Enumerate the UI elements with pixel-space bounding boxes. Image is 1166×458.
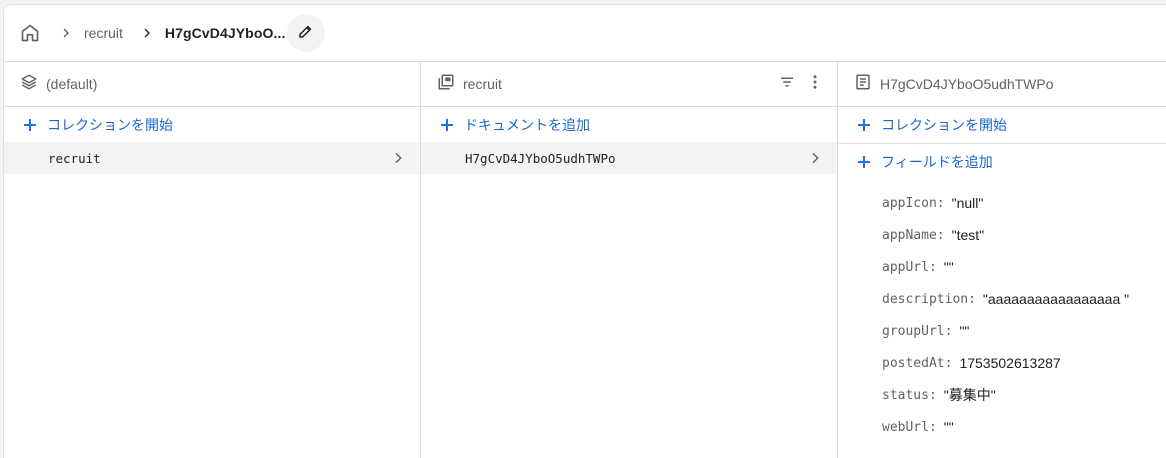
field-key: groupUrl [882,323,945,339]
plus-icon [438,116,456,134]
breadcrumb: recruit H7gCvD4JYboO... [4,5,1166,62]
document-panel: H7gCvD4JYboO5udhTWPo コレクションを開始 フィールドを追加 … [838,62,1166,458]
breadcrumb-item-document[interactable]: H7gCvD4JYboO... [165,25,286,41]
home-icon[interactable] [18,21,42,45]
field-value: "aaaaaaaaaaaaaaaaa " [982,291,1130,307]
document-item-label: H7gCvD4JYboO5udhTWPo [465,150,616,166]
field-value: "" [943,419,954,435]
breadcrumb-item-collection[interactable]: recruit [84,25,123,41]
field-value: "test" [951,227,985,243]
field-value: "null" [951,195,984,211]
add-document-button[interactable]: ドキュメントを追加 [421,107,837,142]
document-panel-header: H7gCvD4JYboO5udhTWPo [838,62,1166,107]
filter-button[interactable] [773,70,801,98]
field-row[interactable]: groupUrl: "" [882,315,1166,347]
root-panel-header: (default) [4,62,420,107]
document-icon [854,73,872,96]
field-value: "" [943,259,954,275]
field-row[interactable]: appName: "test" [882,219,1166,251]
field-key: appName [882,227,937,243]
collection-panel-header: recruit [421,62,837,107]
chevron-right-icon [805,148,825,168]
plus-icon [855,116,873,134]
pencil-icon [297,22,315,45]
collection-item-label: recruit [48,150,101,166]
field-key: postedAt [882,355,945,371]
field-row[interactable]: description: "aaaaaaaaaaaaaaaaa " [882,283,1166,315]
start-collection-button[interactable]: コレクションを開始 [4,107,420,142]
field-value: "" [959,323,970,339]
collection-title: recruit [463,76,502,92]
chevron-right-icon [388,148,408,168]
field-row[interactable]: appIcon: "null" [882,187,1166,219]
root-panel: (default) コレクションを開始 recruit [4,62,421,458]
field-value: "募集中" [943,387,996,403]
field-row[interactable]: postedAt: 1753502613287 [882,347,1166,379]
field-row[interactable]: appUrl: "" [882,251,1166,283]
document-item[interactable]: H7gCvD4JYboO5udhTWPo [421,142,837,174]
plus-icon [855,153,873,171]
field-key: status [882,387,929,403]
field-key: appUrl [882,259,929,275]
field-key: webUrl [882,419,929,435]
document-title: H7gCvD4JYboO5udhTWPo [880,76,1054,92]
filter-icon [778,73,796,96]
add-field-button[interactable]: フィールドを追加 [838,144,1166,179]
start-collection-label: コレクションを開始 [47,116,173,133]
database-title: (default) [46,76,98,92]
more-vert-icon [806,73,824,96]
field-row[interactable]: status: "募集中" [882,379,1166,411]
field-list: appIcon: "null" appName: "test" appUrl: … [838,179,1166,443]
collection-icon [437,73,455,96]
collection-item-recruit[interactable]: recruit [4,142,420,174]
field-key: appIcon [882,195,937,211]
panels: (default) コレクションを開始 recruit recruit ドキュメ… [4,62,1166,458]
field-value: 1753502613287 [959,355,1061,371]
edit-path-button[interactable] [287,14,326,52]
field-key: description [882,291,969,307]
firestore-data-viewer: recruit H7gCvD4JYboO... (default) コレクション… [3,4,1166,458]
plus-icon [21,116,39,134]
more-options-button[interactable] [801,70,829,98]
chevron-right-icon [135,21,159,45]
collection-panel: recruit ドキュメントを追加 H7gCvD4JYboO5udhTWPo [421,62,838,458]
start-subcollection-button[interactable]: コレクションを開始 [838,107,1166,142]
field-row[interactable]: webUrl: "" [882,411,1166,443]
start-subcollection-label: コレクションを開始 [881,116,1007,133]
layers-icon [20,73,38,96]
add-document-label: ドキュメントを追加 [464,116,590,133]
add-field-label: フィールドを追加 [881,153,993,170]
chevron-right-icon [54,21,78,45]
